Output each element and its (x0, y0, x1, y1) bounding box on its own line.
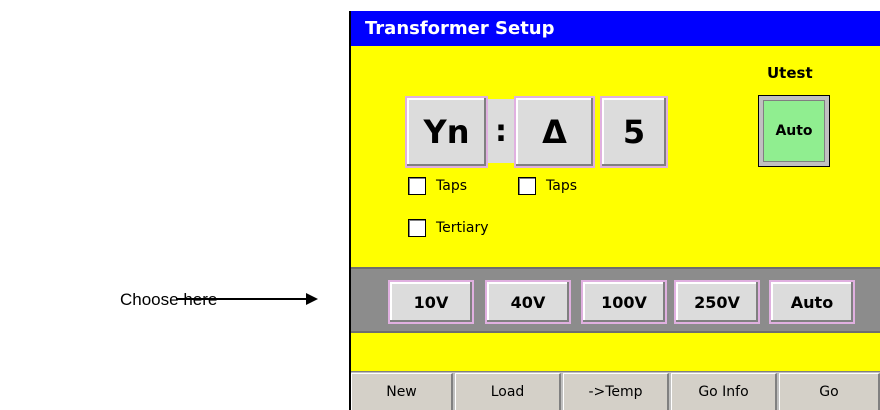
load-button[interactable]: Load (455, 373, 561, 410)
checkbox-label: Tertiary (436, 220, 489, 236)
phase-shift-button[interactable]: 5 (600, 96, 668, 168)
secondary-taps-checkbox[interactable]: Taps (518, 177, 577, 195)
voltage-40v-button[interactable]: 40V (485, 280, 571, 324)
tertiary-checkbox[interactable]: Tertiary (408, 219, 489, 237)
bottom-toolbar: New Load ->Temp Go Info Go (351, 371, 880, 410)
voltage-250v-button[interactable]: 250V (674, 280, 760, 324)
winding-separator: : (488, 99, 514, 163)
secondary-winding-button[interactable]: Δ (514, 96, 595, 168)
voltage-10v-button[interactable]: 10V (388, 280, 474, 324)
voltage-100v-button[interactable]: 100V (581, 280, 667, 324)
to-temp-button[interactable]: ->Temp (563, 373, 669, 410)
utest-auto-button[interactable]: Auto (758, 95, 830, 167)
utest-label: Utest (767, 64, 813, 82)
voltage-selector-bar: 10V 40V 100V 250V Auto (351, 267, 880, 333)
primary-winding-button[interactable]: Yn (405, 96, 488, 168)
annotation-arrow-icon (176, 293, 318, 305)
primary-taps-checkbox[interactable]: Taps (408, 177, 467, 195)
voltage-auto-button[interactable]: Auto (769, 280, 855, 324)
checkbox-box[interactable] (408, 219, 426, 237)
window-title: Transformer Setup (351, 11, 880, 46)
go-button[interactable]: Go (779, 373, 880, 410)
checkbox-label: Taps (436, 178, 467, 194)
utest-auto-label: Auto (763, 100, 825, 162)
checkbox-label: Taps (546, 178, 577, 194)
new-button[interactable]: New (351, 373, 453, 410)
go-info-button[interactable]: Go Info (671, 373, 777, 410)
checkbox-box[interactable] (408, 177, 426, 195)
checkbox-box[interactable] (518, 177, 536, 195)
